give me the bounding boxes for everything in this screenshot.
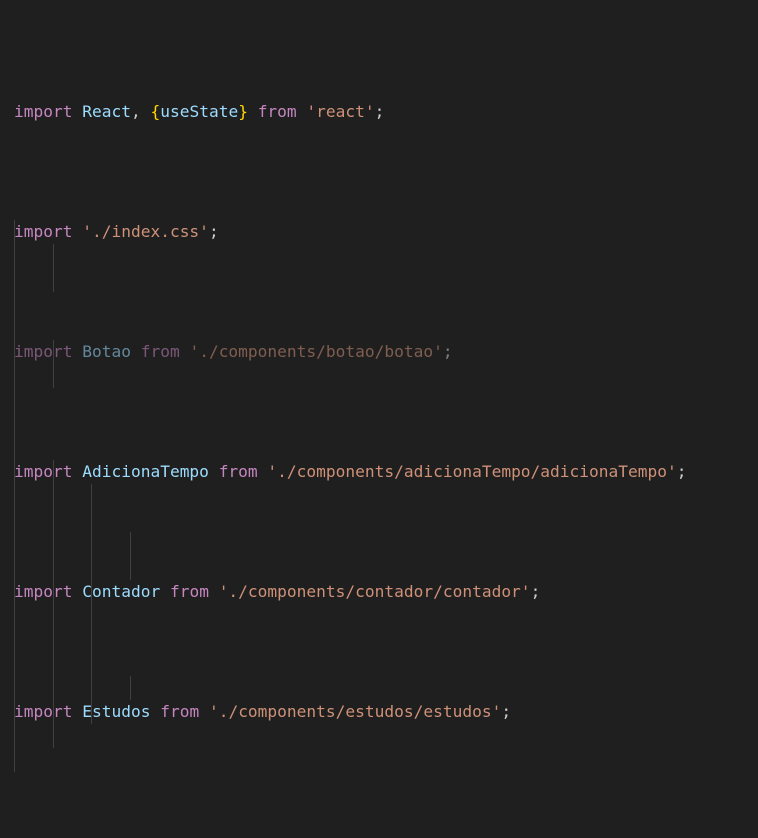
string-react-module: 'react' [306,102,375,121]
token-usestate-import: useState [160,102,239,121]
code-line-5: import Contador from './components/conta… [14,582,541,601]
token-import: import [14,582,73,601]
token-botao: Botao [82,342,131,361]
brace-open: { [150,102,161,121]
token-import: import [14,342,73,361]
token-contador: Contador [82,582,161,601]
code-line-1: import React, {useState} from 'react'; [14,102,385,121]
string-adicionatempo-path: './components/adicionaTempo/adicionaTemp… [267,462,677,481]
token-import: import [14,102,73,121]
string-contador-path: './components/contador/contador' [218,582,531,601]
token-import: import [14,222,73,241]
token-import: import [14,702,73,721]
token-from: from [140,342,180,361]
string-botao-path: './components/botao/botao' [189,342,443,361]
token-react-default: React [82,102,131,121]
code-content[interactable]: import React, {useState} from 'react'; i… [0,4,758,838]
code-line-2: import './index.css'; [14,222,219,241]
brace-close: } [238,102,248,121]
code-editor[interactable]: import React, {useState} from 'react'; i… [0,0,758,838]
code-line-6: import Estudos from './components/estudo… [14,702,512,721]
string-estudos-path: './components/estudos/estudos' [208,702,502,721]
token-from: from [160,702,200,721]
token-adicionatempo: AdicionaTempo [82,462,209,481]
code-line-7-blank [0,820,758,838]
token-estudos: Estudos [82,702,151,721]
token-from: from [169,582,209,601]
code-line-3-unused-import: import Botao from './components/botao/bo… [14,342,453,361]
token-import: import [14,462,73,481]
string-index-css: './index.css' [82,222,209,241]
code-line-4: import AdicionaTempo from './components/… [14,462,687,481]
token-from: from [257,102,297,121]
token-from: from [218,462,258,481]
